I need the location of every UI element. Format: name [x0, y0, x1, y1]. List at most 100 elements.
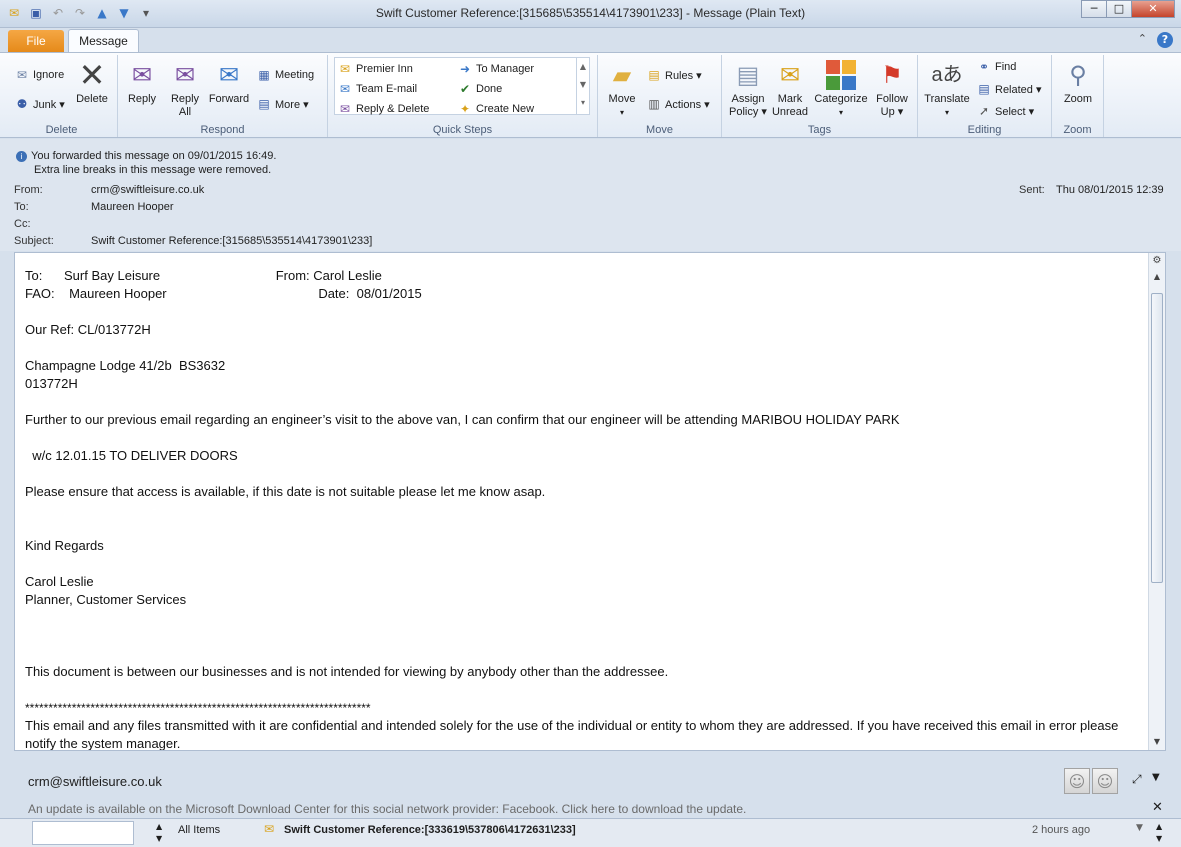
body-fao-date-line: FAO: Maureen Hooper Date: 08/01/2015 [25, 286, 422, 301]
find-binoculars-icon: ⚭ [978, 60, 990, 74]
close-button[interactable]: ✕ [1131, 0, 1175, 18]
linebreaks-notice: Extra line breaks in this message were r… [34, 164, 272, 176]
reply-button[interactable]: ✉ Reply [124, 59, 160, 106]
scroll-options-icon[interactable]: ⚙ [1149, 253, 1165, 269]
feed-scroll-icon[interactable]: ▲ ▼ [156, 821, 166, 845]
window-title: Swift Customer Reference:[315685\535514\… [375, 6, 806, 20]
done-check-icon: ✔ [459, 82, 471, 96]
quick-step-done[interactable]: ✔ Done [457, 81, 502, 97]
subject-value: Swift Customer Reference:[315685\535514\… [91, 235, 373, 247]
to-label: To: [14, 201, 29, 213]
tab-message[interactable]: Message [68, 29, 139, 53]
more-button[interactable]: ▤ More ▾ [256, 96, 308, 112]
follow-up-button[interactable]: ⚑ Follow Up ▾ [872, 59, 912, 119]
dismiss-update-button[interactable]: ✕ [1152, 800, 1163, 815]
quick-step-create-new[interactable]: ✦ Create New [457, 101, 534, 117]
respond-group-label: Respond [200, 124, 245, 136]
move-button[interactable]: ▰ Move ▾ [604, 59, 640, 119]
ribbon: ✉ Ignore ⚉ Junk ▾ ✕ Delete Delete ✉ Reply ✉ R… [0, 52, 1181, 138]
feed-item-subject[interactable]: Swift Customer Reference:[333619\537806\… [284, 824, 576, 836]
help-icon[interactable]: ? [1157, 32, 1173, 48]
reply-icon: ✉ [131, 61, 153, 89]
body-disclaimer-1: This document is between our businesses … [25, 664, 669, 679]
mark-unread-button[interactable]: ✉ Mark Unread [770, 59, 810, 119]
title-bar: ✉ ▣ ↶ ↷ ▲ ▼ ▾ Swift Customer Reference:[… [0, 0, 1181, 28]
select-button[interactable]: ➚ Select ▾ [976, 103, 1034, 119]
cc-label: Cc: [14, 218, 31, 230]
minimize-button[interactable]: ─ [1081, 0, 1107, 18]
actions-icon: ▥ [648, 97, 660, 111]
translate-button[interactable]: aあ Translate ▾ [922, 59, 972, 119]
scroll-up-arrow[interactable]: ▲ [1149, 269, 1165, 285]
body-regards: Kind Regards [25, 538, 104, 553]
quick-step-reply-delete[interactable]: ✉ Reply & Delete [337, 101, 429, 117]
reply-all-button[interactable]: ✉ Reply All [166, 59, 204, 119]
tab-file[interactable]: File [8, 30, 64, 52]
reply-delete-icon: ✉ [339, 102, 351, 116]
forwarded-notice: You forwarded this message on 09/01/2015… [31, 150, 277, 162]
ignore-icon: ✉ [16, 68, 28, 82]
categorize-button[interactable]: Categorize ▾ [812, 59, 870, 119]
related-button[interactable]: ▤ Related ▾ [976, 81, 1041, 97]
body-to-from-line: To: Surf Bay Leisure From: Carol Leslie [25, 268, 382, 283]
quick-step-to-manager[interactable]: ➜ To Manager [457, 61, 534, 77]
forward-button[interactable]: ✉ Forward [206, 59, 252, 106]
body-stars: ****************************************… [25, 701, 371, 715]
delete-button[interactable]: ✕ Delete [74, 59, 110, 106]
team-email-icon: ✉ [339, 82, 351, 96]
collapse-ribbon-icon[interactable]: ⌃ [1138, 32, 1147, 48]
to-manager-icon: ➜ [459, 62, 471, 76]
rules-button[interactable]: ▤ Rules ▾ [646, 67, 701, 83]
chevron-down-icon[interactable]: ▼ [1152, 772, 1160, 783]
quick-steps-label: Quick Steps [432, 124, 493, 136]
more-icon: ▤ [258, 97, 270, 111]
quick-step-premier-inn[interactable]: ✉ Premier Inn [337, 61, 413, 77]
mark-unread-icon: ✉ [779, 61, 801, 89]
delete-group: ✉ Ignore ⚉ Junk ▾ ✕ Delete Delete [6, 55, 118, 137]
info-bar[interactable]: i You forwarded this message on 09/01/201… [16, 149, 276, 177]
assign-policy-icon: ▤ [736, 61, 760, 89]
body-disclaimer-2: This email and any files transmitted wit… [25, 718, 1119, 751]
feed-filter-box[interactable] [32, 821, 134, 845]
delete-group-label: Delete [45, 124, 78, 136]
people-pane-address[interactable]: crm@swiftleisure.co.uk [28, 774, 162, 789]
message-text: To: Surf Bay Leisure From: Carol Leslie … [25, 267, 1135, 751]
maximize-button[interactable]: □ [1106, 0, 1132, 18]
feed-scroll-arrows[interactable]: ▲ ▼ [1156, 821, 1166, 845]
body-scrollbar[interactable]: ⚙ ▲ ▼ [1148, 253, 1165, 750]
meeting-icon: ▦ [258, 68, 270, 82]
all-items-label[interactable]: All Items [178, 824, 220, 836]
body-paragraph-1: Further to our previous email regarding … [25, 412, 900, 427]
scroll-down-arrow[interactable]: ▼ [1149, 734, 1165, 750]
ribbon-tabs: File Message ⌃ ? [0, 28, 1181, 53]
feed-dropdown-icon[interactable]: ▼ [1136, 823, 1143, 833]
message-body[interactable]: To: Surf Bay Leisure From: Carol Leslie … [14, 252, 1166, 751]
categorize-icon [825, 59, 857, 91]
assign-policy-button[interactable]: ▤ Assign Policy ▾ [728, 59, 768, 119]
body-paragraph-2: w/c 12.01.15 TO DELIVER DOORS [25, 448, 238, 463]
from-label: From: [14, 184, 43, 196]
actions-button[interactable]: ▥ Actions ▾ [646, 96, 709, 112]
scroll-thumb[interactable] [1151, 293, 1163, 583]
expand-pane-icon[interactable]: ⤢ [1132, 772, 1142, 787]
zoom-button[interactable]: ⚲ Zoom [1056, 59, 1100, 106]
quick-step-team-email[interactable]: ✉ Team E-mail [337, 81, 417, 97]
from-value[interactable]: crm@swiftleisure.co.uk [91, 184, 204, 196]
body-signature-title: Planner, Customer Services [25, 592, 187, 607]
junk-button[interactable]: ⚉ Junk ▾ [14, 96, 65, 112]
avatar[interactable]: ☺ [1092, 768, 1118, 794]
reply-all-icon: ✉ [174, 61, 196, 89]
meeting-button[interactable]: ▦ Meeting [256, 67, 314, 83]
respond-group: ✉ Reply ✉ Reply All ✉ Forward ▦ Meeting ▤ More… [118, 55, 328, 137]
social-update-notice[interactable]: An update is available on the Microsoft … [28, 802, 746, 816]
zoom-group: ⚲ Zoom Zoom [1052, 55, 1104, 137]
ignore-button[interactable]: ✉ Ignore [14, 67, 64, 83]
zoom-group-label: Zoom [1063, 124, 1092, 136]
quick-steps-scroll[interactable]: ▲ ▼ ▾ [576, 58, 589, 114]
find-button[interactable]: ⚭ Find [976, 59, 1016, 75]
to-value[interactable]: Maureen Hooper [91, 201, 174, 213]
editing-group: aあ Translate ▾ ⚭ Find ▤ Related ▾ ➚ Select ▾ … [918, 55, 1052, 137]
avatar[interactable]: ☺ [1064, 768, 1090, 794]
body-paragraph-3: Please ensure that access is available, … [25, 484, 546, 499]
move-group-label: Move [646, 124, 673, 136]
